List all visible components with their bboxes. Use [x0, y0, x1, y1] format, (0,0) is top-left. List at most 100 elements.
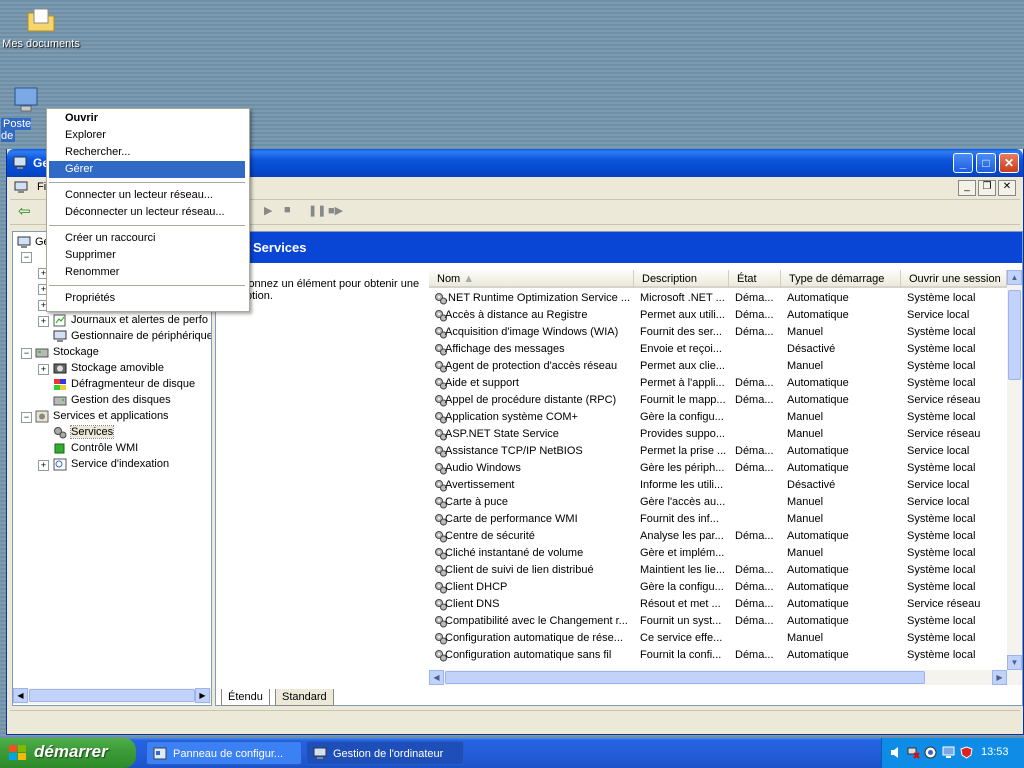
service-name: Configuration automatique de rése... — [445, 632, 623, 644]
column-header-startup-type[interactable]: Type de démarrage — [781, 270, 901, 288]
table-row[interactable]: Acquisition d'image Windows (WIA) Fournit… — [429, 324, 1007, 341]
desktop-icon-my-documents[interactable]: Mes documents — [1, 4, 81, 50]
start-button[interactable]: démarrer — [0, 738, 136, 768]
scroll-left-arrow[interactable]: ◀ — [429, 670, 444, 685]
scroll-thumb[interactable] — [1008, 290, 1021, 380]
tree-collapse-icon[interactable]: − — [21, 252, 32, 263]
table-row[interactable]: Affichage des messages Envoie et reçoi...… — [429, 341, 1007, 358]
service-description: Provides suppo... — [640, 428, 725, 440]
menu-item-properties[interactable]: Propriétés — [49, 290, 245, 307]
scroll-down-arrow[interactable]: ▼ — [1007, 655, 1022, 670]
menu-item-map-network-drive[interactable]: Connecter un lecteur réseau... — [49, 187, 245, 204]
mdi-minimize-button[interactable]: _ — [958, 180, 976, 196]
service-name: Configuration automatique sans fil — [445, 649, 612, 661]
table-row[interactable]: Audio Windows Gère les périph... Déma... Au… — [429, 460, 1007, 477]
table-row[interactable]: Client DHCP Gère la configu... Déma... Auto… — [429, 579, 1007, 596]
menu-item-delete[interactable]: Supprimer — [49, 247, 245, 264]
column-header-state[interactable]: État — [729, 270, 781, 288]
service-name: Carte de performance WMI — [445, 513, 578, 525]
service-description: Gère et implém... — [640, 547, 725, 559]
menu-item-disconnect-network-drive[interactable]: Déconnecter un lecteur réseau... — [49, 204, 245, 221]
table-row[interactable]: Configuration automatique de rése... Ce s… — [429, 630, 1007, 647]
tree-item-wmi-control[interactable]: Contrôle WMI — [53, 440, 138, 456]
tree-item-removable-storage[interactable]: Stockage amovible — [53, 360, 164, 376]
tree-item-device-manager[interactable]: Gestionnaire de périphérique — [53, 328, 211, 344]
column-header-name[interactable]: Nom ▲ — [429, 270, 634, 288]
table-row[interactable]: Client DNS Résout et met ... Déma... Automa… — [429, 596, 1007, 613]
menu-item-open[interactable]: Ouvrir — [49, 110, 245, 127]
tree-item-root[interactable]: Ge — [17, 234, 50, 250]
mdi-restore-button[interactable]: ❐ — [978, 180, 996, 196]
table-row[interactable]: Carte de performance WMI Fournit des inf.… — [429, 511, 1007, 528]
tree-item-performance-logs[interactable]: Journaux et alertes de perfo — [53, 312, 208, 328]
table-row[interactable]: Client de suivi de lien distribué Maintie… — [429, 562, 1007, 579]
tree-expand-icon[interactable]: + — [38, 316, 49, 327]
tree-item-indexing-service[interactable]: Service d'indexation — [53, 456, 169, 472]
tab-extended[interactable]: Étendu — [221, 689, 270, 706]
table-row[interactable]: Avertissement Informe les utili... Désacti… — [429, 477, 1007, 494]
taskbar-item-control-panel[interactable]: Panneau de configur... — [146, 741, 302, 765]
table-row[interactable]: Agent de protection d'accès réseau Permet… — [429, 358, 1007, 375]
minimize-button[interactable]: _ — [953, 153, 973, 173]
table-row[interactable]: Compatibilité avec le Changement r... Fou… — [429, 613, 1007, 630]
scroll-thumb[interactable] — [445, 671, 925, 684]
tree-collapse-icon[interactable]: − — [21, 348, 32, 359]
menu-item-create-shortcut[interactable]: Créer un raccourci — [49, 230, 245, 247]
table-row[interactable]: Assistance TCP/IP NetBIOS Permet la prise… — [429, 443, 1007, 460]
column-header-logon[interactable]: Ouvrir une session — [901, 270, 1007, 288]
restart-icon[interactable]: ■▶ — [328, 204, 343, 217]
table-row[interactable]: ASP.NET State Service Provides suppo... Ma… — [429, 426, 1007, 443]
table-row[interactable]: Aide et support Permet à l'appli... Déma..… — [429, 375, 1007, 392]
tree-expand-icon[interactable]: + — [38, 460, 49, 471]
table-row[interactable]: Carte à puce Gère l'accès au... Manuel Serv… — [429, 494, 1007, 511]
list-horizontal-scrollbar[interactable]: ◀ ▶ — [429, 670, 1022, 685]
tree-item-disk-management[interactable]: Gestion des disques — [53, 392, 171, 408]
stop-icon[interactable]: ■ — [284, 204, 291, 216]
table-row[interactable]: Cliché instantané de volume Gère et implé… — [429, 545, 1007, 562]
menu-item-manage[interactable]: Gérer — [49, 161, 245, 178]
scroll-up-arrow[interactable]: ▲ — [1007, 270, 1022, 285]
desktop-icon-my-computer[interactable]: Poste de — [1, 84, 45, 142]
table-row[interactable]: Configuration automatique sans fil Fourni… — [429, 647, 1007, 664]
table-row[interactable]: Centre de sécurité Analyse les par... Déma… — [429, 528, 1007, 545]
service-name: Centre de sécurité — [445, 530, 535, 542]
service-name: Client de suivi de lien distribué — [445, 564, 594, 576]
table-row[interactable]: Appel de procédure distante (RPC) Fournit… — [429, 392, 1007, 409]
play-icon[interactable]: ▶ — [264, 204, 272, 217]
pause-icon[interactable]: ❚❚ — [308, 204, 326, 217]
menu-item-explore[interactable]: Explorer — [49, 127, 245, 144]
services-apps-icon — [35, 410, 49, 423]
column-header-description[interactable]: Description — [634, 270, 729, 288]
service-description: Maintient les lie... — [640, 564, 725, 576]
scroll-right-arrow[interactable]: ▶ — [195, 688, 210, 703]
display-icon[interactable] — [942, 746, 955, 759]
close-button[interactable]: ✕ — [999, 153, 1019, 173]
security-shield-icon[interactable] — [960, 746, 973, 759]
tree-item-defragmenter[interactable]: Défragmenteur de disque — [53, 376, 195, 392]
table-row[interactable]: .NET Runtime Optimization Service ... Mic… — [429, 290, 1007, 307]
tree-item-services[interactable]: Services — [53, 424, 115, 440]
tree-item-storage[interactable]: Stockage — [35, 344, 99, 360]
table-row[interactable]: Application système COM+ Gère la configu.… — [429, 409, 1007, 426]
maximize-button[interactable]: □ — [976, 153, 996, 173]
back-arrow-icon[interactable]: ⇦ — [18, 202, 31, 220]
menu-file[interactable]: Fi — [37, 181, 46, 193]
tab-standard[interactable]: Standard — [275, 689, 334, 706]
tree-horizontal-scrollbar[interactable]: ◀ ▶ — [13, 688, 211, 704]
scroll-thumb[interactable] — [29, 689, 195, 702]
service-description: Analyse les par... — [640, 530, 724, 542]
scroll-right-arrow[interactable]: ▶ — [992, 670, 1007, 685]
menu-item-rename[interactable]: Renommer — [49, 264, 245, 281]
tree-item-services-applications[interactable]: Services et applications — [35, 408, 169, 424]
antivirus-icon[interactable] — [924, 746, 937, 759]
tree-collapse-icon[interactable]: − — [21, 412, 32, 423]
volume-icon[interactable] — [890, 746, 903, 759]
taskbar-item-computer-management[interactable]: Gestion de l'ordinateur — [306, 741, 464, 765]
mdi-close-button[interactable]: ✕ — [998, 180, 1016, 196]
tree-expand-icon[interactable]: + — [38, 364, 49, 375]
table-row[interactable]: Accès à distance au Registre Permet aux u… — [429, 307, 1007, 324]
network-disconnected-icon[interactable] — [907, 746, 920, 759]
menu-item-search[interactable]: Rechercher... — [49, 144, 245, 161]
list-vertical-scrollbar[interactable]: ▲ ▼ — [1007, 270, 1022, 670]
scroll-left-arrow[interactable]: ◀ — [13, 688, 28, 703]
